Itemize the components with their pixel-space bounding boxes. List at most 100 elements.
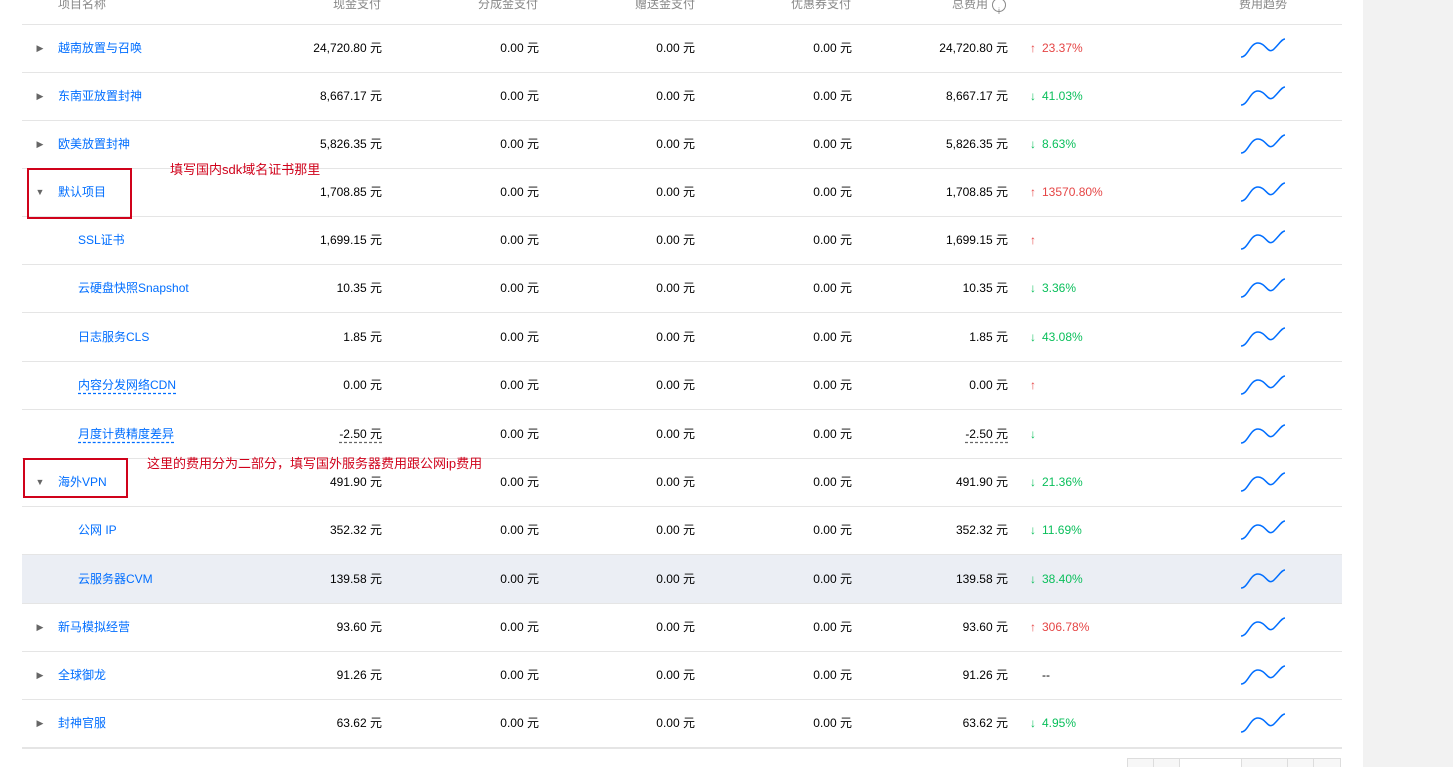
sparkline-icon[interactable] [1240, 712, 1286, 734]
sparkline-icon[interactable] [1240, 277, 1286, 299]
trend-percent: ↑ 13570.80% [1030, 168, 1103, 216]
pagination-page-total [1241, 758, 1289, 767]
cash-pay-text: 8,667.17 元 [319, 89, 382, 103]
pagination-last[interactable] [1313, 758, 1341, 767]
trend-percent-text: 23.37% [1042, 41, 1083, 55]
project-name-link[interactable]: 全球御龙 [58, 651, 106, 699]
cash-pay-value: 24,720.80 元 [313, 24, 382, 72]
arrow-up-icon: ↑ [1030, 378, 1036, 392]
sparkline-icon[interactable] [1240, 616, 1286, 638]
gift-pay-value: 0.00 元 [656, 137, 695, 151]
header-cash-pay: 现金支付 [333, 0, 382, 11]
project-name-link[interactable]: 越南放置与召唤 [58, 24, 142, 72]
project-name-link[interactable]: 公网 IP [78, 506, 117, 554]
caret-right-icon[interactable]: ▶ [34, 699, 46, 747]
share-pay-value: 0.00 元 [500, 89, 539, 103]
annotation-vpn-note: 这里的费用分为二部分，填写国外服务器费用跟公网ip费用 [147, 456, 483, 471]
project-name-link[interactable]: 新马模拟经营 [58, 603, 130, 651]
sparkline-icon[interactable] [1240, 568, 1286, 590]
header-total-cost: 总费用 i [952, 0, 1007, 16]
arrow-down-icon: ↓ [1030, 572, 1036, 586]
project-name-link[interactable]: 月度计费精度差异 [78, 410, 174, 458]
caret-right-icon[interactable]: ▶ [34, 72, 46, 120]
voucher-pay-value: 0.00 元 [813, 668, 852, 682]
table-row-child: 内容分发网络CDN 0.00 元 0.00 元 0.00 元 0.00 元 0.00 元 ↑ [22, 361, 1342, 410]
pagination-prev[interactable] [1153, 758, 1181, 767]
arrow-up-icon: ↑ [1030, 620, 1036, 634]
arrow-down-icon: ↓ [1030, 137, 1036, 151]
caret-right-icon[interactable]: ▶ [34, 120, 46, 168]
total-cost-value: 8,667.17 元 [946, 72, 1008, 120]
caret-right-icon[interactable]: ▶ [34, 603, 46, 651]
total-cost-text: 352.32 元 [955, 523, 1008, 537]
project-name-link[interactable]: 内容分发网络CDN [78, 361, 176, 409]
cash-pay-text: 1.85 元 [343, 330, 382, 344]
trend-percent-text: 11.69% [1042, 523, 1082, 537]
voucher-pay-value: 0.00 元 [813, 233, 852, 247]
total-cost-text: 91.26 元 [962, 668, 1008, 682]
cash-pay-text: 10.35 元 [336, 281, 382, 295]
gift-pay-value: 0.00 元 [656, 89, 695, 103]
cash-pay-value: 139.58 元 [330, 555, 382, 603]
caret-right-icon[interactable]: ▶ [34, 24, 46, 72]
table-row: ▶ 东南亚放置封神 8,667.17 元 0.00 元 0.00 元 0.00 元 8,66… [22, 72, 1342, 121]
pagination-next[interactable] [1287, 758, 1315, 767]
gift-pay-value: 0.00 元 [656, 475, 695, 489]
gift-pay-value: 0.00 元 [656, 427, 695, 441]
voucher-pay-value: 0.00 元 [813, 475, 852, 489]
project-name-link[interactable]: 云硬盘快照Snapshot [78, 264, 189, 312]
project-name-link[interactable]: 东南亚放置封神 [58, 72, 142, 120]
sparkline-icon[interactable] [1240, 374, 1286, 396]
project-name-link[interactable]: 封神官服 [58, 699, 106, 747]
sparkline-icon[interactable] [1240, 471, 1286, 493]
share-pay-value: 0.00 元 [500, 281, 539, 295]
gift-pay-value: 0.00 元 [656, 620, 695, 634]
cash-pay-text: 93.60 元 [336, 620, 382, 634]
pagination-first[interactable] [1127, 758, 1155, 767]
share-pay-value: 0.00 元 [500, 572, 539, 586]
cash-pay-value: 1,708.85 元 [320, 168, 382, 216]
total-cost-text: 93.60 元 [962, 620, 1008, 634]
caret-right-icon[interactable]: ▶ [34, 651, 46, 699]
gift-pay-value: 0.00 元 [656, 668, 695, 682]
cash-pay-value: 63.62 元 [337, 699, 382, 747]
arrow-down-icon: ↓ [1030, 89, 1036, 103]
table-row-child: 云硬盘快照Snapshot 10.35 元 0.00 元 0.00 元 0.00 元 10… [22, 264, 1342, 313]
sparkline-icon[interactable] [1240, 229, 1286, 251]
share-pay-value: 0.00 元 [500, 668, 539, 682]
cash-pay-text: -2.50 元 [339, 427, 382, 441]
trend-percent-text: 43.08% [1042, 330, 1083, 344]
total-cost-value: 1.85 元 [969, 313, 1008, 361]
info-icon[interactable]: i [992, 0, 1007, 16]
project-name-link[interactable]: 云服务器CVM [78, 555, 153, 603]
total-cost-text: 1,699.15 元 [945, 233, 1008, 247]
cash-pay-text: 1,699.15 元 [319, 233, 382, 247]
project-name-link[interactable]: 日志服务CLS [78, 313, 149, 361]
project-name-link[interactable]: SSL证书 [78, 216, 125, 264]
header-cost-trend: 费用趋势 [1239, 0, 1288, 11]
total-cost-value: 352.32 元 [956, 506, 1008, 554]
trend-percent: ↓ [1030, 410, 1042, 458]
sparkline-icon[interactable] [1240, 181, 1286, 203]
trend-percent-text: 306.78% [1042, 620, 1090, 634]
trend-percent: ↑ [1030, 216, 1042, 264]
pagination-page-input[interactable] [1179, 758, 1243, 767]
share-pay-value: 0.00 元 [500, 137, 539, 151]
project-name-link[interactable]: 欧美放置封神 [58, 120, 130, 168]
arrow-down-icon: ↓ [1030, 330, 1036, 344]
gift-pay-value: 0.00 元 [656, 378, 695, 392]
total-cost-value: 5,826.35 元 [946, 120, 1008, 168]
sparkline-icon[interactable] [1240, 37, 1286, 59]
voucher-pay-value: 0.00 元 [813, 41, 852, 55]
voucher-pay-value: 0.00 元 [813, 281, 852, 295]
header-share-pay: 分成金支付 [478, 0, 539, 11]
sparkline-icon[interactable] [1240, 326, 1286, 348]
share-pay-value: 0.00 元 [500, 620, 539, 634]
sparkline-icon[interactable] [1240, 133, 1286, 155]
sparkline-icon[interactable] [1240, 519, 1286, 541]
sparkline-icon[interactable] [1240, 423, 1286, 445]
sparkline-icon[interactable] [1240, 664, 1286, 686]
sparkline-icon[interactable] [1240, 85, 1286, 107]
cash-pay-value: 1,699.15 元 [320, 216, 382, 264]
share-pay-value: 0.00 元 [500, 523, 539, 537]
